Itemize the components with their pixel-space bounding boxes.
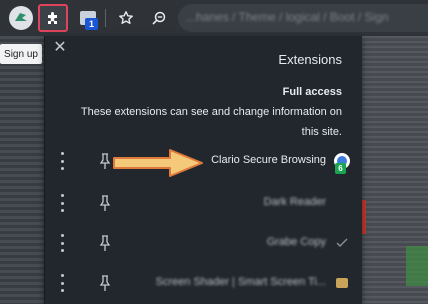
star-icon	[119, 11, 133, 24]
extensions-menu-button[interactable]	[38, 4, 68, 32]
browser-toolbar: 1 ...hanes / Theme / logical / Boot / Si…	[0, 0, 428, 36]
highlight-arrow-icon	[113, 149, 203, 177]
pin-icon[interactable]	[98, 194, 112, 212]
page-content-left	[0, 36, 44, 304]
extensions-panel: ✕ Extensions Full access These extension…	[44, 36, 362, 304]
page-accent-strip	[362, 200, 366, 234]
extension-name: Screen Shader | Smart Screen Ti...	[155, 276, 326, 288]
sign-up-button[interactable]: Sign up	[0, 44, 42, 64]
full-access-description: These extensions can see and change info…	[80, 106, 342, 138]
puzzle-icon	[48, 12, 57, 24]
zoom-out-icon	[152, 11, 166, 25]
zoom-button[interactable]	[147, 6, 171, 30]
extension-name: Clario Secure Browsing	[211, 154, 326, 166]
full-access-heading: Full access	[282, 86, 342, 98]
address-bar-url: ...hanes / Theme / logical / Boot / Sign	[186, 10, 389, 24]
extension-count-badge: 1	[85, 18, 98, 30]
extension-row-screen-shader[interactable]: Screen Shader | Smart Screen Ti...	[44, 268, 362, 298]
pin-icon[interactable]	[98, 234, 112, 252]
extension-icon[interactable]	[9, 6, 33, 30]
address-bar[interactable]: ...hanes / Theme / logical / Boot / Sign	[178, 4, 428, 32]
page-green-strip	[406, 246, 428, 286]
bookmark-star-button[interactable]	[114, 6, 138, 30]
more-options-icon[interactable]	[54, 274, 70, 292]
screen-shader-icon	[336, 278, 348, 288]
toolbar-divider	[105, 9, 106, 27]
check-icon	[336, 238, 348, 247]
pin-icon[interactable]	[98, 274, 112, 292]
more-options-icon[interactable]	[54, 152, 70, 170]
extension-row-dark-reader[interactable]: Dark Reader	[44, 188, 362, 218]
close-icon[interactable]: ✕	[52, 40, 68, 56]
bird-logo-icon	[15, 13, 27, 21]
more-options-icon[interactable]	[54, 234, 70, 252]
extension-name: Dark Reader	[263, 196, 326, 208]
panel-title: Extensions	[278, 52, 342, 67]
extension-row-grabe-copy[interactable]: Grabe Copy	[44, 228, 362, 258]
pinned-extension-button[interactable]: 1	[76, 6, 100, 30]
extension-name: Grabe Copy	[266, 236, 326, 248]
extension-badge: 6	[335, 163, 346, 174]
pin-icon[interactable]	[98, 152, 112, 170]
more-options-icon[interactable]	[54, 194, 70, 212]
